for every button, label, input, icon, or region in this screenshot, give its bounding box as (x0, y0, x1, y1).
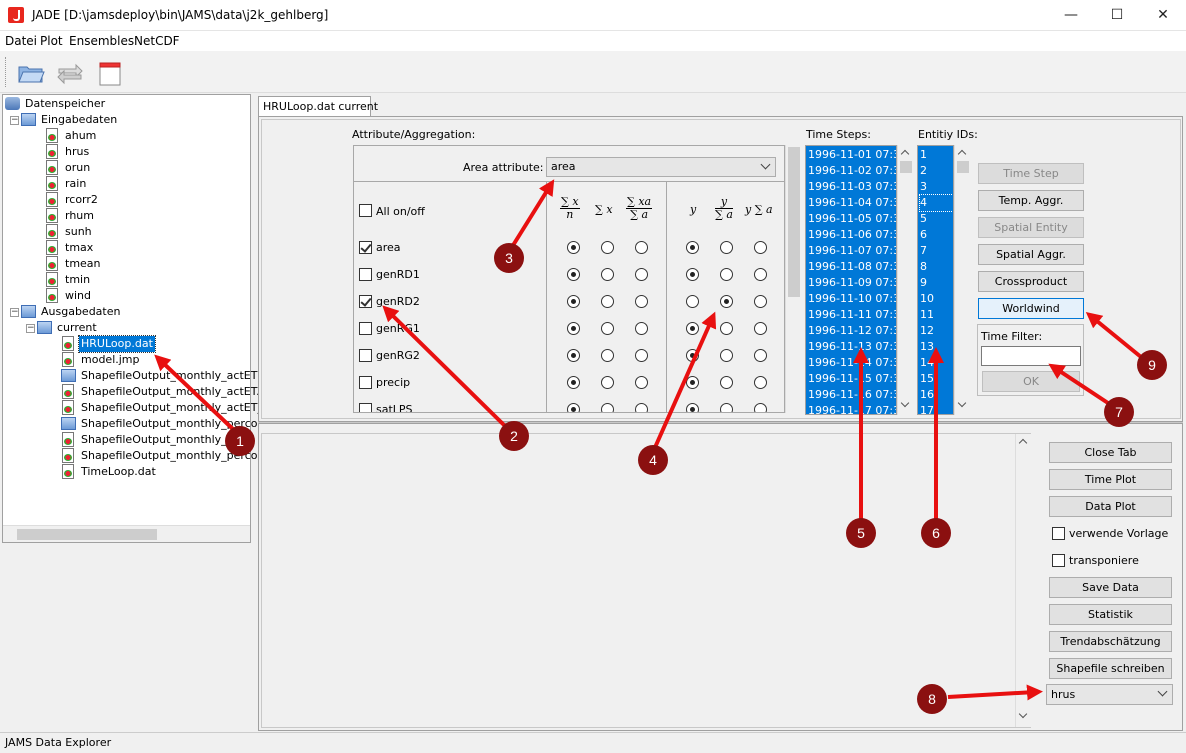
annotation-marker-3: 3 (494, 243, 524, 273)
annotation-arrow-7 (1048, 363, 1113, 407)
annotation-arrow-3 (510, 179, 555, 249)
annotation-overlay (154, 179, 1143, 701)
annotation-marker-9: 9 (1137, 350, 1167, 380)
annotation-arrow-1 (154, 354, 238, 434)
annotation-arrow-2 (382, 305, 507, 428)
annotation-marker-8: 8 (917, 684, 947, 714)
annotation-marker-7: 7 (1104, 397, 1134, 427)
annotation-arrow-8 (947, 684, 1043, 701)
annotation-marker-2: 2 (499, 421, 529, 451)
annotation-arrow-4 (651, 311, 717, 453)
annotation-marker-6: 6 (921, 518, 951, 548)
annotation-marker-5: 5 (846, 518, 876, 548)
annotation-arrow-9 (1085, 311, 1143, 359)
annotation-marker-1: 1 (225, 426, 255, 456)
annotation-marker-4: 4 (638, 445, 668, 475)
